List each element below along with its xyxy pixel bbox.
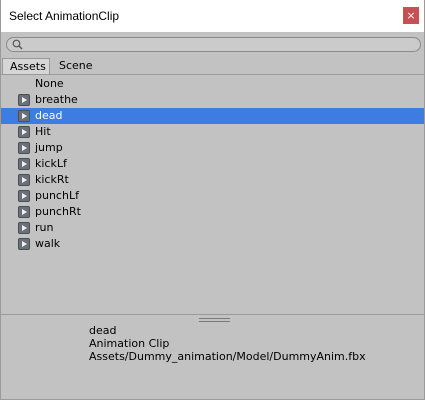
preview-panel: dead Animation Clip Assets/Dummy_animati… bbox=[1, 314, 424, 400]
list-item-punchrt[interactable]: punchRt bbox=[1, 204, 424, 220]
list-item-kickrt[interactable]: kickRt bbox=[1, 172, 424, 188]
list-item-hit[interactable]: Hit bbox=[1, 124, 424, 140]
list-item-breathe[interactable]: breathe bbox=[1, 92, 424, 108]
asset-list: None breathe dead Hit jump kickLf kickRt punch… bbox=[1, 76, 424, 314]
object-picker-window: Select AnimationClip × Assets Scene None… bbox=[0, 0, 425, 400]
list-item-label: Hit bbox=[35, 125, 51, 138]
list-item-label: punchLf bbox=[35, 189, 79, 202]
list-item-label: punchRt bbox=[35, 205, 81, 218]
tab-scene[interactable]: Scene bbox=[53, 58, 103, 74]
title-bar[interactable]: Select AnimationClip × bbox=[1, 0, 424, 32]
animation-clip-icon bbox=[18, 222, 30, 234]
list-item-dead[interactable]: dead bbox=[1, 108, 424, 124]
list-item-label: breathe bbox=[35, 93, 78, 106]
list-item-run[interactable]: run bbox=[1, 220, 424, 236]
list-item-label: run bbox=[35, 221, 54, 234]
list-item-punchlf[interactable]: punchLf bbox=[1, 188, 424, 204]
animation-clip-icon bbox=[18, 142, 30, 154]
close-button[interactable]: × bbox=[403, 7, 419, 24]
search-input[interactable] bbox=[25, 38, 405, 51]
search-bar bbox=[1, 32, 424, 57]
list-item-none[interactable]: None bbox=[1, 76, 424, 92]
animation-clip-icon bbox=[18, 238, 30, 250]
list-item-label: kickRt bbox=[35, 173, 69, 186]
animation-clip-icon bbox=[18, 174, 30, 186]
animation-clip-icon bbox=[18, 110, 30, 122]
tab-assets[interactable]: Assets bbox=[2, 58, 50, 74]
list-item-label: dead bbox=[35, 109, 63, 122]
search-field[interactable] bbox=[6, 37, 421, 52]
animation-clip-icon bbox=[18, 158, 30, 170]
animation-clip-icon bbox=[18, 206, 30, 218]
tab-bar: Assets Scene bbox=[1, 58, 424, 75]
list-item-kicklf[interactable]: kickLf bbox=[1, 156, 424, 172]
list-item-walk[interactable]: walk bbox=[1, 236, 424, 252]
animation-clip-icon bbox=[18, 190, 30, 202]
list-item-jump[interactable]: jump bbox=[1, 140, 424, 156]
preview-asset-name: dead bbox=[89, 324, 117, 337]
window-title: Select AnimationClip bbox=[9, 9, 120, 23]
list-item-label: jump bbox=[35, 141, 63, 154]
animation-clip-icon bbox=[18, 94, 30, 106]
list-item-label: kickLf bbox=[35, 157, 67, 170]
preview-asset-path: Assets/Dummy_animation/Model/DummyAnim.f… bbox=[89, 350, 366, 363]
preview-asset-type: Animation Clip bbox=[89, 337, 170, 350]
search-icon bbox=[12, 39, 23, 50]
list-item-label: walk bbox=[35, 237, 61, 250]
animation-clip-icon bbox=[18, 126, 30, 138]
list-item-label: None bbox=[35, 77, 64, 90]
asset-preview-info: dead Animation Clip Assets/Dummy_animati… bbox=[89, 324, 366, 363]
